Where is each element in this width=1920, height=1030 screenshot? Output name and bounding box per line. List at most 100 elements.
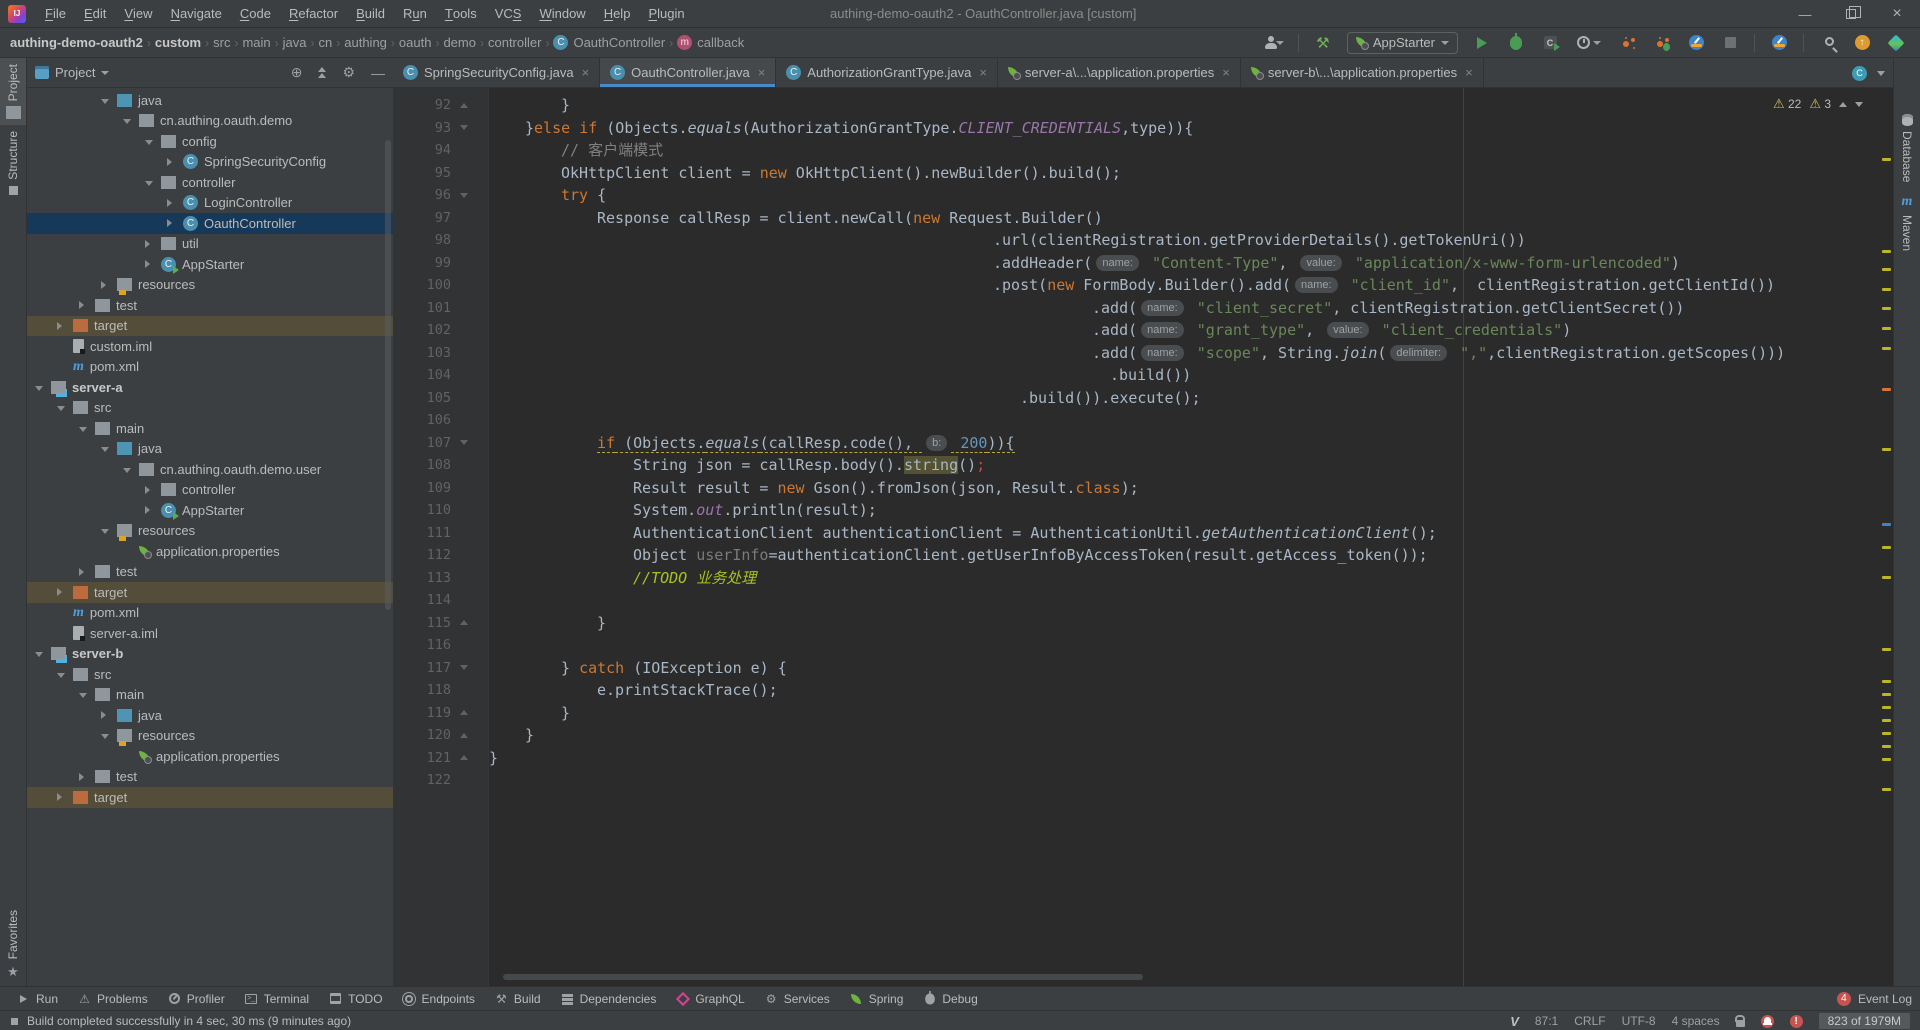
chevron-expanded-icon[interactable]: [57, 673, 65, 678]
chevron-expanded-icon[interactable]: [123, 119, 131, 124]
update-available-icon[interactable]: ↑: [1852, 33, 1872, 53]
profiler-menu-button[interactable]: [1574, 33, 1604, 53]
tree-row[interactable]: controller: [27, 172, 393, 193]
fold-marker[interactable]: [455, 94, 473, 117]
tool-window-button-profiler[interactable]: Profiler: [159, 987, 234, 1011]
tree-row[interactable]: target: [27, 787, 393, 808]
tool-window-button-spring[interactable]: Spring: [841, 987, 913, 1011]
tree-row[interactable]: target: [27, 582, 393, 603]
fold-marker[interactable]: [455, 117, 473, 140]
menu-file[interactable]: File: [36, 0, 75, 28]
fold-marker[interactable]: [455, 432, 473, 455]
chevron-expanded-icon[interactable]: [35, 386, 43, 391]
menu-refactor[interactable]: Refactor: [280, 0, 347, 28]
menu-window[interactable]: Window: [530, 0, 594, 28]
tree-row[interactable]: util: [27, 234, 393, 255]
tree-row[interactable]: main: [27, 418, 393, 439]
breadcrumb-item[interactable]: java: [283, 35, 307, 50]
chevron-expanded-icon[interactable]: [57, 406, 65, 411]
tree-row[interactable]: CAppStarter: [27, 254, 393, 275]
menu-code[interactable]: Code: [231, 0, 280, 28]
menu-view[interactable]: View: [115, 0, 161, 28]
chevron-collapsed-icon[interactable]: [167, 199, 172, 207]
fold-marker[interactable]: [455, 724, 473, 747]
tool-window-button-endpoints[interactable]: Endpoints: [394, 987, 484, 1011]
sidebar-item-structure[interactable]: Structure: [6, 125, 20, 202]
menu-edit[interactable]: Edit: [75, 0, 115, 28]
tree-row[interactable]: server-a.iml: [27, 623, 393, 644]
menu-tools[interactable]: Tools: [436, 0, 486, 28]
close-icon[interactable]: ×: [979, 65, 987, 80]
tool-window-button-dependencies[interactable]: Dependencies: [552, 987, 666, 1011]
tab-server-a-application-properties[interactable]: server-a\...\application.properties×: [998, 58, 1241, 87]
chevron-expanded-icon[interactable]: [145, 140, 153, 145]
chevron-collapsed-icon[interactable]: [79, 301, 84, 309]
fold-marker[interactable]: [455, 747, 473, 770]
tool-window-button-graphql[interactable]: GraphQL: [667, 987, 753, 1011]
prev-issue-icon[interactable]: [1839, 102, 1847, 107]
error-notification-icon[interactable]: !: [1790, 1015, 1803, 1028]
tool-window-button-terminal[interactable]: >_Terminal: [236, 987, 318, 1011]
chevron-collapsed-icon[interactable]: [145, 240, 150, 248]
chevron-collapsed-icon[interactable]: [57, 793, 62, 801]
menu-plugin[interactable]: Plugin: [639, 0, 693, 28]
sidebar-item-database[interactable]: Database: [1900, 108, 1914, 188]
build-hammer-icon[interactable]: ⚒: [1313, 33, 1333, 53]
tree-row[interactable]: java: [27, 439, 393, 460]
chevron-collapsed-icon[interactable]: [79, 773, 84, 781]
run-with-coverage-button[interactable]: C: [1540, 33, 1560, 53]
tree-row[interactable]: config: [27, 131, 393, 152]
horizontal-scrollbar[interactable]: [503, 974, 1143, 980]
breadcrumb-item[interactable]: custom: [155, 35, 201, 50]
breadcrumb-item[interactable]: demo: [443, 35, 476, 50]
tree-row[interactable]: server-b: [27, 644, 393, 665]
error-stripe[interactable]: [1879, 88, 1893, 986]
project-tool-window-header[interactable]: Project ⊕ ⚙ —: [27, 58, 393, 88]
code-editor[interactable]: 92}93}else if (Objects.equals(Authorizat…: [393, 88, 1893, 986]
chevron-expanded-icon[interactable]: [101, 447, 109, 452]
breadcrumb-item[interactable]: controller: [488, 35, 541, 50]
tree-row[interactable]: custom.iml: [27, 336, 393, 357]
inspections-widget[interactable]: ⚠ 22 ⚠ 3: [1769, 93, 1867, 116]
file-encoding[interactable]: UTF-8: [1622, 1014, 1656, 1028]
tree-row[interactable]: mpom.xml: [27, 357, 393, 378]
caret-position[interactable]: 87:1: [1535, 1014, 1558, 1028]
run-button[interactable]: [1472, 33, 1492, 53]
chevron-collapsed-icon[interactable]: [167, 219, 172, 227]
close-button[interactable]: ×: [1874, 0, 1920, 28]
hide-panel-icon[interactable]: —: [371, 65, 385, 81]
tree-row[interactable]: resources: [27, 521, 393, 542]
close-icon[interactable]: ×: [582, 65, 590, 80]
tool-window-button-run[interactable]: Run: [8, 987, 67, 1011]
tool-window-button-services[interactable]: ⚙Services: [756, 987, 839, 1011]
settings-gear-icon[interactable]: ⚙: [342, 64, 355, 81]
tree-row[interactable]: src: [27, 398, 393, 419]
fold-marker[interactable]: [455, 702, 473, 725]
ide-features-trainer-icon[interactable]: [1886, 33, 1906, 53]
chevron-collapsed-icon[interactable]: [145, 506, 150, 514]
breadcrumb-item[interactable]: src: [213, 35, 230, 50]
tool-window-switcher-icon[interactable]: [10, 1017, 19, 1026]
event-log-button[interactable]: 4Event Log: [1837, 992, 1912, 1006]
menu-build[interactable]: Build: [347, 0, 394, 28]
fold-marker[interactable]: [455, 184, 473, 207]
line-ending[interactable]: CRLF: [1574, 1014, 1605, 1028]
sidebar-item-project[interactable]: Project: [0, 58, 26, 125]
lock-icon[interactable]: [1736, 1020, 1745, 1027]
chevron-collapsed-icon[interactable]: [145, 486, 150, 494]
restore-button[interactable]: [1828, 0, 1874, 28]
chevron-collapsed-icon[interactable]: [57, 322, 62, 330]
chevron-collapsed-icon[interactable]: [101, 281, 106, 289]
breadcrumb-item[interactable]: mcallback: [677, 35, 744, 50]
tool-window-button-problems[interactable]: ⚠Problems: [69, 987, 157, 1011]
chevron-expanded-icon[interactable]: [101, 734, 109, 739]
close-icon[interactable]: ×: [1222, 65, 1230, 80]
next-issue-icon[interactable]: [1855, 102, 1863, 107]
chevron-expanded-icon[interactable]: [79, 427, 87, 432]
tree-row[interactable]: controller: [27, 480, 393, 501]
hidden-tabs-chevron-icon[interactable]: [1877, 71, 1885, 76]
menu-help[interactable]: Help: [595, 0, 640, 28]
menu-run[interactable]: Run: [394, 0, 436, 28]
breadcrumb-item[interactable]: oauth: [399, 35, 432, 50]
breadcrumb-item[interactable]: COauthController: [553, 35, 665, 50]
